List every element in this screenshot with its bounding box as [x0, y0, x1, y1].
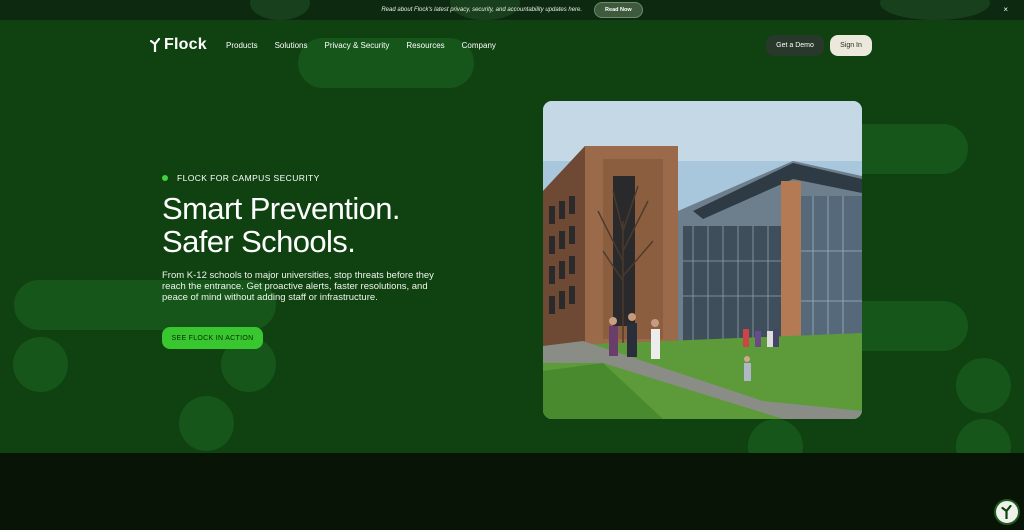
sign-in-button[interactable]: Sign In	[830, 35, 872, 56]
read-now-button[interactable]: Read Now	[594, 2, 643, 18]
announcement-text: Read about Flock's latest privacy, secur…	[381, 7, 583, 13]
campus-photo	[543, 101, 862, 419]
chat-widget-button[interactable]	[994, 499, 1020, 525]
decorative-circle	[748, 419, 803, 453]
top-navigation: Flock Products Solutions Privacy & Secur…	[0, 20, 1024, 72]
nav-links: Products Solutions Privacy & Security Re…	[226, 41, 513, 50]
decorative-blob	[250, 0, 310, 20]
nav-products[interactable]: Products	[226, 41, 258, 50]
chat-widget-icon	[1001, 505, 1012, 519]
headline-line-1: Smart Prevention.	[162, 191, 401, 226]
headline-line-2: Safer Schools.	[162, 224, 356, 259]
decorative-circle	[956, 358, 1011, 413]
lower-section	[0, 453, 1024, 530]
decorative-circle	[956, 419, 1011, 453]
hero-section: Flock Products Solutions Privacy & Secur…	[0, 20, 1024, 453]
see-flock-in-action-button[interactable]: SEE FLOCK IN ACTION	[162, 327, 263, 349]
get-a-demo-button[interactable]: Get a Demo	[766, 35, 824, 56]
announcement-bar: Read about Flock's latest privacy, secur…	[0, 0, 1024, 20]
hero-subtext: From K-12 schools to major universities,…	[162, 270, 434, 303]
nav-solutions[interactable]: Solutions	[275, 41, 308, 50]
status-dot	[162, 175, 168, 181]
nav-resources[interactable]: Resources	[406, 41, 444, 50]
close-icon[interactable]: ×	[1003, 5, 1008, 14]
eyebrow: FLOCK FOR CAMPUS SECURITY	[162, 173, 320, 183]
flock-logo[interactable]: Flock	[150, 36, 207, 54]
logo-text: Flock	[164, 36, 207, 53]
flock-logo-icon	[150, 38, 161, 52]
nav-company[interactable]: Company	[462, 41, 496, 50]
decorative-circle	[13, 337, 68, 392]
eyebrow-text: FLOCK FOR CAMPUS SECURITY	[177, 173, 320, 183]
decorative-circle	[179, 396, 234, 451]
nav-privacy-security[interactable]: Privacy & Security	[325, 41, 390, 50]
hero-headline: Smart Prevention. Safer Schools.	[162, 191, 401, 259]
decorative-blob	[880, 0, 990, 20]
